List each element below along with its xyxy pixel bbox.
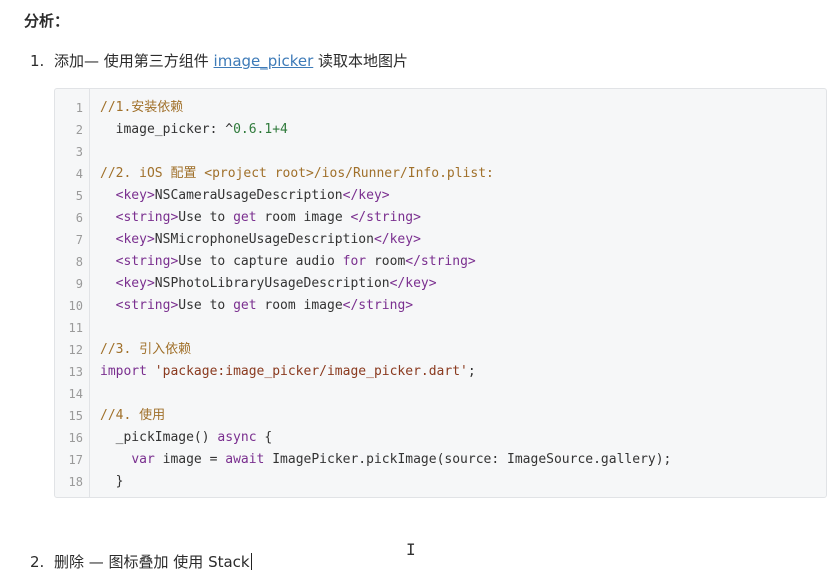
line-number: 11 [68,321,83,335]
line-number: 14 [68,387,83,401]
line-number: 7 [75,233,83,247]
list-number: 2. [30,553,45,571]
ibeam-cursor-icon: I [406,540,416,559]
line-number: 13 [68,365,83,379]
code-text: <string>Use to get room image</string> [115,298,414,313]
line-number: 9 [75,277,83,291]
line-number: 15 [68,409,83,423]
list-item-2: 2. 删除 — 图标叠加 使用 Stack [30,551,252,572]
code-text: import 'package:image_picker/image_picke… [100,364,476,379]
image-picker-link[interactable]: image_picker [214,52,314,70]
code-text: //3. 引入依赖 [100,342,192,357]
line-number: 1 [75,101,83,115]
code-text: <key>NSMicrophoneUsageDescription</key> [115,232,421,247]
line-number: 5 [75,189,83,203]
item-text-prefix: 添加— 使用第三方组件 [54,52,214,70]
code-text: image_picker: ^0.6.1+4 [100,122,288,137]
code-text: <key>NSPhotoLibraryUsageDescription</key… [115,276,437,291]
text-caret [250,553,252,570]
code-block: 1 //1.安装依赖 2 image_picker: ^0.6.1+4 3 4 //2. … [54,88,827,498]
line-number: 10 [68,299,83,313]
line-number: 16 [68,431,83,445]
line-number: 4 [75,167,83,181]
code-text: } [100,474,124,489]
code-text: <string>Use to capture audio for room</s… [115,254,476,269]
item-text-suffix: 读取本地图片 [313,52,409,70]
code-text: //1.安装依赖 [100,100,184,115]
line-number: 2 [75,123,83,137]
line-number: 6 [75,211,83,225]
line-number: 18 [68,475,83,489]
code-text: <key>NSCameraUsageDescription</key> [115,188,390,203]
code-text: //2. iOS 配置 <project root>/ios/Runner/In… [100,166,494,181]
list-number: 1. [30,52,45,70]
line-number: 17 [68,453,83,467]
line-number: 8 [75,255,83,269]
line-number: 3 [75,145,83,159]
item-text[interactable]: 删除 — 图标叠加 使用 Stack [54,553,250,571]
section-heading: 分析： [24,12,70,30]
list-item-1: 1. 添加— 使用第三方组件 image_picker 读取本地图片 [30,50,408,71]
code-text: _pickImage() async { [100,430,273,445]
code-text: <string>Use to get room image </string> [115,210,421,225]
code-text: //4. 使用 [100,408,166,423]
line-number: 12 [68,343,83,357]
code-text: var image = await ImagePicker.pickImage(… [131,452,672,467]
